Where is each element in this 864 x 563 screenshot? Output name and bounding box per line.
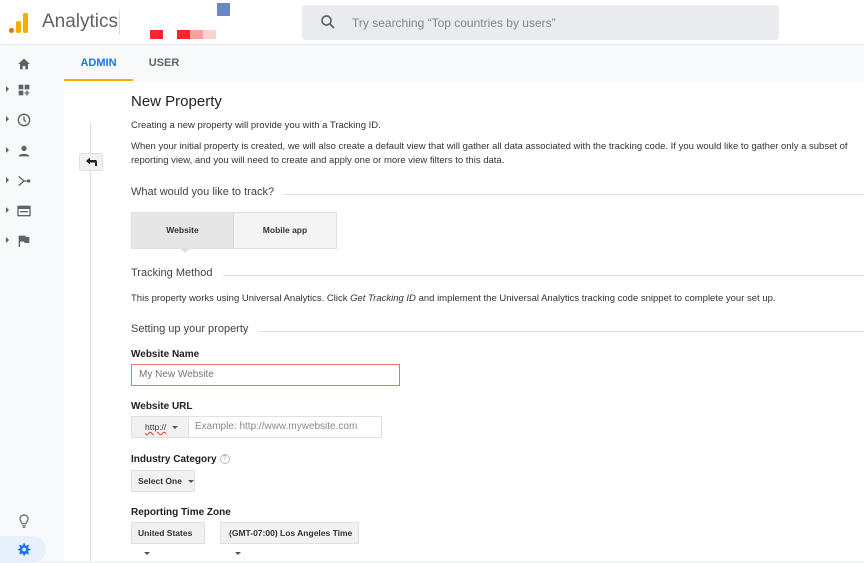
sidebar-item-conversions[interactable] — [0, 228, 64, 254]
back-button[interactable] — [79, 153, 103, 171]
dropdown-caret-icon — [172, 426, 179, 430]
tracking-method-header: Tracking Method — [131, 267, 864, 283]
search-icon — [321, 15, 335, 29]
website-option-button[interactable]: Website — [132, 213, 234, 248]
tracking-method-text-post: and implement the Universal Analytics tr… — [415, 293, 776, 304]
sidebar-item-customization[interactable] — [0, 77, 64, 103]
industry-category-dropdown[interactable]: Select One — [131, 470, 195, 492]
time-zone-value: (GMT-07:00) Los Angeles Time — [229, 528, 353, 538]
track-section-header: What would you like to track? — [131, 186, 864, 202]
setup-section-header: Setting up your property — [131, 323, 864, 339]
time-zone-dropdown[interactable]: (GMT-07:00) Los Angeles Time — [220, 522, 359, 556]
tracking-method-text: This property works using Universal Anal… — [131, 292, 776, 306]
lightbulb-icon — [19, 514, 29, 528]
account-redacted-block — [203, 30, 216, 39]
get-tracking-id-reference: Get Tracking ID — [350, 293, 416, 304]
tracking-method-text-pre: This property works using Universal Anal… — [131, 293, 351, 304]
expand-caret-icon — [6, 116, 9, 122]
page-title: New Property — [131, 93, 222, 110]
admin-user-tabs: ADMIN USER — [64, 45, 864, 81]
website-name-label: Website Name — [131, 349, 200, 360]
app-title: Analytics — [42, 11, 119, 32]
back-arrow-icon — [86, 157, 97, 166]
flag-icon — [18, 235, 30, 247]
column-divider — [90, 122, 91, 563]
section-title: What would you like to track? — [131, 186, 285, 198]
dropdown-caret-icon — [187, 480, 194, 484]
website-url-label: Website URL — [131, 401, 193, 412]
industry-category-label: Industry Category? — [131, 454, 230, 465]
dropdown-caret-icon — [235, 552, 241, 556]
time-zone-country-value: United States — [138, 528, 193, 538]
track-type-toggle: Website Mobile app — [131, 212, 337, 253]
person-icon — [18, 145, 30, 157]
sidebar-item-discover[interactable] — [0, 508, 64, 534]
help-icon[interactable]: ? — [219, 454, 230, 465]
url-protocol-value: http:// — [145, 422, 167, 432]
dropdown-caret-icon — [144, 552, 150, 556]
selection-pointer — [179, 248, 191, 253]
section-title: Tracking Method — [131, 267, 223, 279]
website-url-input[interactable]: Example: http://www.mywebsite.com — [189, 416, 382, 438]
section-title: Setting up your property — [131, 323, 259, 335]
gear-icon — [17, 543, 31, 556]
expand-caret-icon — [6, 86, 9, 92]
industry-category-value: Select One — [138, 476, 182, 486]
sidebar-item-admin[interactable] — [0, 536, 46, 563]
expand-caret-icon — [6, 147, 9, 153]
acquisition-icon — [18, 175, 31, 187]
sidebar-item-home[interactable] — [0, 51, 64, 77]
search-placeholder: Try searching “Top countries by users” — [352, 16, 556, 30]
account-redacted-block — [150, 30, 163, 39]
website-name-input[interactable]: My New Website — [131, 364, 400, 386]
intro-text: Creating a new property will provide you… — [131, 120, 381, 131]
time-zone-label: Reporting Time Zone — [131, 507, 231, 518]
search-bar[interactable]: Try searching “Top countries by users” — [302, 5, 779, 40]
sidebar-item-behavior[interactable] — [0, 198, 64, 224]
home-icon — [18, 58, 30, 70]
account-redacted-block — [177, 30, 190, 39]
sidebar-item-acquisition[interactable] — [0, 168, 64, 194]
industry-category-label-text: Industry Category — [131, 454, 217, 465]
url-protocol-dropdown[interactable]: http:// — [131, 416, 189, 438]
section-divider — [131, 275, 864, 276]
description-line-2: reporting view, and you will need to cre… — [131, 155, 505, 166]
time-zone-country-dropdown[interactable]: United States — [131, 522, 205, 556]
analytics-logo[interactable] — [9, 11, 29, 33]
header-divider — [119, 10, 120, 35]
sidebar-item-realtime[interactable] — [0, 107, 64, 133]
expand-caret-icon — [6, 237, 9, 243]
sidebar-item-audience[interactable] — [0, 138, 64, 164]
account-redacted-block — [217, 3, 230, 16]
account-selector[interactable] — [150, 3, 235, 41]
top-bar: Analytics Try searching “Top countries b… — [0, 0, 864, 45]
clock-icon — [17, 113, 31, 127]
tab-user[interactable]: USER — [133, 45, 195, 81]
expand-caret-icon — [6, 207, 9, 213]
behavior-icon — [17, 205, 31, 217]
sidebar — [0, 45, 64, 563]
tab-admin[interactable]: ADMIN — [64, 45, 133, 81]
expand-caret-icon — [6, 177, 9, 183]
account-redacted-block — [190, 30, 203, 39]
dashboard-icon — [18, 84, 30, 96]
website-url-group: http:// Example: http://www.mywebsite.co… — [131, 416, 382, 438]
description-line-1: When your initial property is created, w… — [131, 141, 848, 152]
mobile-app-option-button[interactable]: Mobile app — [234, 213, 336, 248]
